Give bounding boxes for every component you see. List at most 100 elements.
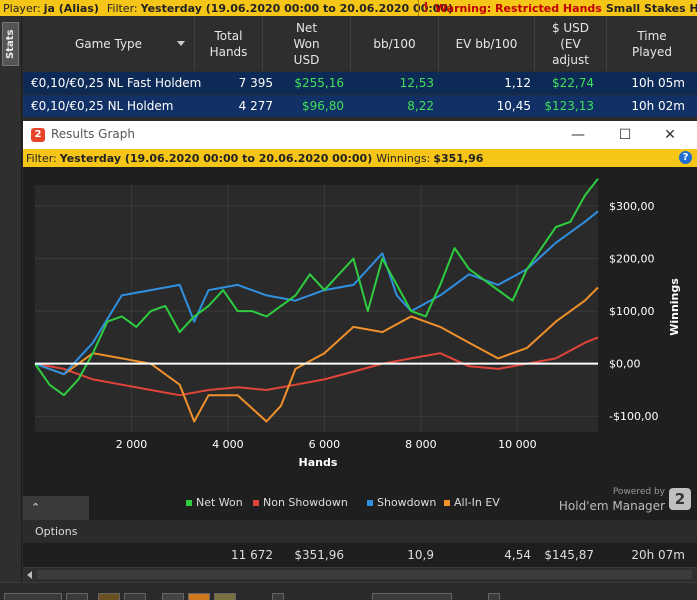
y-tick-label: $300,00 [609, 200, 655, 213]
scrollbar-thumb[interactable] [37, 570, 692, 579]
cell-net-won: $255,16 [294, 76, 344, 90]
window-titlebar[interactable]: 2 Results Graph — ☐ ✕ [23, 121, 697, 149]
toolbar-icon-button[interactable] [98, 593, 120, 600]
cell-game-type: €0,10/€0,25 NL Holdem [31, 99, 174, 113]
help-icon[interactable]: ? [679, 151, 692, 164]
cell-net-won: $96,80 [302, 99, 344, 113]
column-header-game-type[interactable]: Game Type [23, 16, 195, 71]
restricted-hands-warning[interactable]: ! Warning: Restricted Hands Small Stakes… [418, 0, 697, 16]
y-tick-label: $100,00 [609, 305, 655, 318]
column-header-label: $ USD [551, 20, 590, 35]
total-time-played: 20h 07m [631, 548, 685, 562]
y-tick-label: -$100,00 [609, 410, 658, 423]
y-axis-label: Winnings [668, 278, 681, 336]
cell-total-hands: 7 395 [238, 76, 273, 90]
options-button[interactable]: ⌃ Options [23, 496, 89, 538]
legend-swatch [367, 500, 373, 506]
table-row[interactable]: €0,10/€0,25 NL Holdem 4 277 $96,80 8,22 … [23, 95, 697, 117]
checkbox[interactable] [272, 593, 284, 600]
cell-ev-bb100: 10,45 [496, 99, 531, 113]
legend-swatch [253, 500, 259, 506]
toolbar-input[interactable] [372, 593, 452, 600]
column-header-usd-ev-adjusted[interactable]: $ USD (EV adjust [535, 16, 607, 71]
column-header-label: USD [293, 52, 320, 67]
x-tick-label: 4 000 [212, 438, 244, 451]
results-chart: $300,00 $200,00 $100,00 $0,00 -$100,00 2 000… [34, 178, 681, 509]
total-bb100: 10,9 [407, 548, 434, 562]
column-header-label: bb/100 [373, 36, 416, 51]
total-ev-bb100: 4,54 [504, 548, 531, 562]
legend-label: Net Won [196, 496, 243, 509]
x-tick-label: 10 000 [498, 438, 537, 451]
column-header-label: (EV [560, 36, 581, 51]
minimize-button[interactable]: — [563, 124, 593, 146]
filter-label: Filter: [26, 151, 57, 165]
top-filter-bar: Player: ja (Alias) Filter: Yesterday (19… [0, 0, 697, 16]
chart-legend: Net Won Non Showdown Showdown All-In EV [186, 496, 500, 509]
table-row[interactable]: €0,10/€0,25 NL Fast Holdem 7 395 $255,16… [23, 72, 697, 94]
legend-label: Showdown [377, 496, 436, 509]
filter-value[interactable]: Yesterday (19.06.2020 00:00 to 20.06.202… [60, 152, 372, 165]
column-header-total-hands[interactable]: Total Hands [195, 16, 263, 71]
column-header-label: Time [637, 28, 667, 43]
cell-time-played: 10h 02m [631, 99, 685, 113]
winnings-value: $351,96 [433, 151, 484, 165]
filter-value[interactable]: Yesterday (19.06.2020 00:00 to 20.06.202… [141, 2, 453, 15]
chevron-down-icon[interactable] [177, 41, 185, 46]
checkbox[interactable] [488, 593, 500, 600]
plot-area [35, 185, 598, 432]
cell-bb100: 12,53 [399, 76, 434, 90]
chevron-up-icon: ⌃ [31, 501, 41, 514]
legend-swatch [444, 500, 450, 506]
legend-label: Non Showdown [263, 496, 348, 509]
cell-time-played: 10h 05m [631, 76, 685, 90]
window-title: Results Graph [51, 127, 135, 141]
legend-swatch [186, 500, 192, 506]
player-label: Player: [3, 1, 41, 15]
column-header-label: Played [631, 44, 673, 59]
scroll-left-arrow-icon[interactable] [27, 571, 32, 579]
options-label: Options [35, 525, 78, 538]
warning-label: Warning: Restricted Hands [434, 1, 602, 15]
app-logo-icon: 2 [31, 128, 45, 142]
horizontal-scrollbar[interactable] [23, 567, 697, 581]
page-size-select[interactable] [4, 593, 62, 600]
bottom-toolbar [0, 582, 697, 600]
cell-bb100: 8,22 [407, 99, 434, 113]
maximize-button[interactable]: ☐ [610, 124, 640, 146]
column-header-label: adjust [552, 52, 589, 67]
total-usd-ev-adjusted: $145,87 [544, 548, 594, 562]
y-tick-label: $0,00 [609, 358, 641, 371]
filter-label: Filter: [106, 1, 138, 15]
app-root: Player: ja (Alias) Filter: Yesterday (19… [0, 0, 697, 600]
winnings-label: Winnings: [376, 151, 431, 165]
total-hands: 11 672 [231, 548, 273, 562]
x-tick-label: 8 000 [405, 438, 437, 451]
column-header-label: Won [293, 36, 320, 51]
column-header-label: Game Type [74, 36, 143, 51]
warning-detail: Small Stakes Holdem ha [605, 1, 697, 15]
brand-name: Hold'em Manager [558, 499, 665, 513]
x-axis-ticks: 2 000 4 000 6 000 8 000 10 000 [116, 438, 537, 451]
column-header-label: Total [214, 28, 243, 43]
legend-label: All-In EV [454, 496, 500, 509]
column-header-ev-bb100[interactable]: EV bb/100 [439, 16, 535, 71]
y-tick-label: $200,00 [609, 253, 655, 266]
stats-tab[interactable]: Stats [2, 22, 19, 66]
column-header-bb100[interactable]: bb/100 [351, 16, 439, 71]
total-net-won: $351,96 [294, 548, 344, 562]
close-button[interactable]: ✕ [655, 124, 685, 146]
column-header-time-played[interactable]: Time Played [607, 16, 697, 71]
totals-row: 11 672 $351,96 10,9 4,54 $145,87 20h 07m [23, 543, 697, 567]
x-tick-label: 2 000 [116, 438, 148, 451]
player-value[interactable]: ja (Alias) [44, 2, 99, 15]
graph-toolbar-button[interactable] [188, 593, 210, 600]
brand-logo-icon: 2 [669, 488, 691, 510]
toolbar-icon-button[interactable] [214, 593, 236, 600]
toolbar-icon-button[interactable] [124, 593, 146, 600]
dropdown-button[interactable] [66, 593, 88, 600]
toolbar-icon-button[interactable] [162, 593, 184, 600]
column-header-net-won[interactable]: Net Won USD [263, 16, 351, 71]
x-axis-label: Hands [299, 456, 338, 469]
x-tick-label: 6 000 [309, 438, 341, 451]
